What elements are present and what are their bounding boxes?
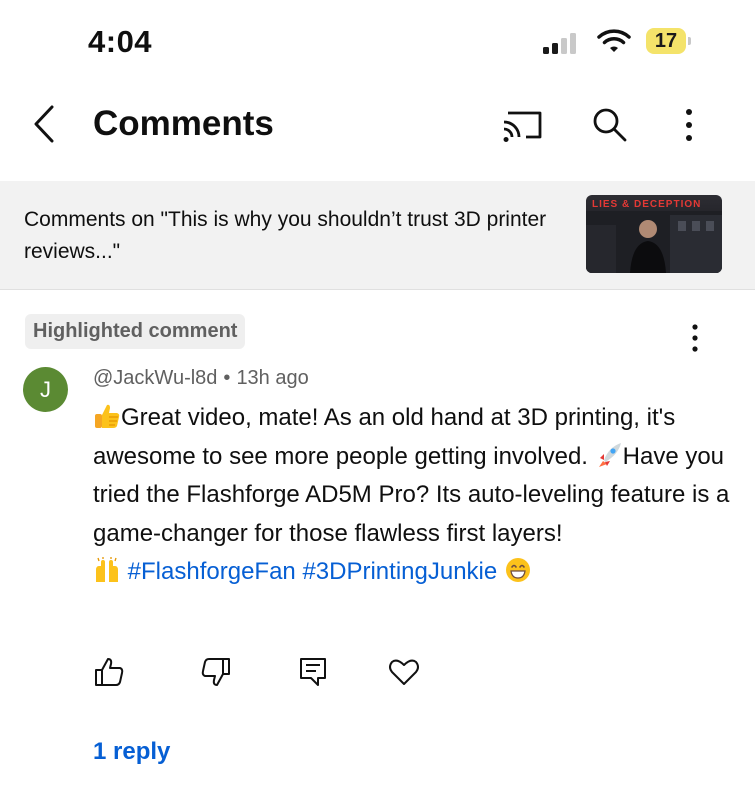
comment-text-part1: Great video, mate! As an old hand at 3D … [93,404,676,470]
video-thumbnail[interactable]: LIES & DECEPTION [586,195,722,273]
comment-meta: @JackWu-l8d • 13h ago [93,367,309,390]
hashtag-link[interactable]: #FlashforgeFan [128,558,296,585]
avatar[interactable]: J [23,367,68,412]
search-icon[interactable] [591,106,629,149]
page-title: Comments [93,104,274,143]
cast-icon[interactable] [500,107,546,148]
like-icon[interactable] [93,656,125,693]
back-arrow-icon[interactable] [30,104,58,149]
status-time: 4:04 [88,24,153,59]
battery-icon: 17 [646,28,692,54]
signal-icon [543,32,585,54]
video-context-bar[interactable]: Comments on "This is why you shouldn’t t… [0,181,755,290]
highlighted-comment-badge: Highlighted comment [25,314,246,349]
thumbs-up-emoji [95,404,120,428]
comment-more-icon[interactable] [690,323,700,358]
battery-level: 17 [654,30,678,52]
heart-icon[interactable] [388,656,420,693]
wifi-icon [597,28,631,59]
meta-separator: • [223,367,231,389]
dislike-icon[interactable] [200,656,232,693]
grinning-face-emoji [505,558,530,583]
comment-body: Great video, mate! As an old hand at 3D … [93,399,733,592]
reply-icon[interactable] [298,656,328,693]
hashtag-link[interactable]: #3DPrintingJunkie [302,558,497,585]
more-vertical-icon[interactable] [683,108,695,147]
rocket-emoji [598,442,621,467]
video-title-text: Comments on "This is why you shouldn’t t… [24,208,547,263]
view-replies-link[interactable]: 1 reply [93,738,170,766]
thumbnail-caption: LIES & DECEPTION [592,199,702,210]
comment-author[interactable]: @JackWu-l8d [93,367,217,389]
comment-time: 13h ago [236,367,309,389]
raised-hands-emoji [96,557,118,583]
